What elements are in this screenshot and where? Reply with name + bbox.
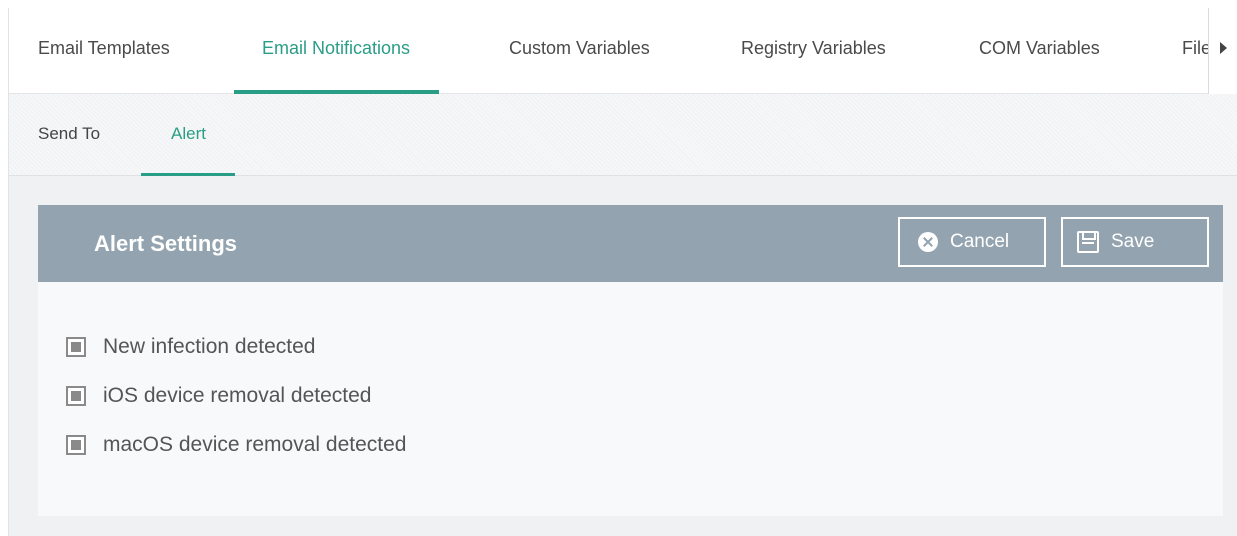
tab-label: Email Templates bbox=[38, 38, 170, 58]
tab-alert[interactable]: Alert bbox=[141, 94, 235, 176]
sub-tab-bar: Send To Alert bbox=[9, 94, 1237, 176]
tab-scroll-right-button[interactable] bbox=[1208, 8, 1237, 94]
tab-com-variables[interactable]: COM Variables bbox=[979, 8, 1100, 94]
tab-email-templates[interactable]: Email Templates bbox=[38, 8, 170, 94]
cancel-button-label: Cancel bbox=[950, 231, 1010, 252]
option-macos-device-removal[interactable]: macOS device removal detected bbox=[66, 420, 406, 469]
option-ios-device-removal[interactable]: iOS device removal detected bbox=[66, 371, 406, 420]
tab-label: Email Notifications bbox=[262, 38, 411, 58]
checkbox[interactable] bbox=[66, 336, 86, 357]
option-label: macOS device removal detected bbox=[103, 432, 407, 456]
x-circle-icon bbox=[918, 232, 938, 252]
tab-label: Custom Variables bbox=[509, 38, 650, 58]
tab-label: COM Variables bbox=[979, 38, 1100, 58]
panel-header: Alert Settings Cancel Save bbox=[38, 205, 1223, 282]
tab-label: File bbox=[1182, 38, 1212, 58]
tab-label: Send To bbox=[38, 124, 101, 143]
save-button-label: Save bbox=[1111, 231, 1155, 252]
top-tab-bar: Email Templates Email Notifications Cust… bbox=[9, 8, 1237, 94]
tab-file[interactable]: File bbox=[1182, 8, 1211, 94]
window: Email Templates Email Notifications Cust… bbox=[8, 8, 1237, 536]
floppy-disk-icon bbox=[1077, 231, 1099, 253]
tab-label: Alert bbox=[171, 124, 206, 143]
cancel-button[interactable]: Cancel bbox=[898, 217, 1046, 267]
option-label: New infection detected bbox=[103, 334, 316, 358]
save-button[interactable]: Save bbox=[1061, 217, 1209, 267]
tab-send-to[interactable]: Send To bbox=[38, 94, 100, 176]
option-label: iOS device removal detected bbox=[103, 383, 372, 407]
alert-settings-panel: Alert Settings Cancel Save New infection… bbox=[38, 205, 1223, 516]
active-tab-indicator bbox=[141, 173, 235, 176]
chevron-right-icon bbox=[1220, 42, 1227, 54]
tab-email-notifications[interactable]: Email Notifications bbox=[234, 8, 440, 94]
tab-registry-variables[interactable]: Registry Variables bbox=[741, 8, 886, 94]
checkbox[interactable] bbox=[66, 385, 86, 406]
tab-custom-variables[interactable]: Custom Variables bbox=[509, 8, 650, 94]
tab-label: Registry Variables bbox=[741, 38, 886, 58]
alert-options-list: New infection detected iOS device remova… bbox=[66, 322, 406, 469]
checkbox[interactable] bbox=[66, 434, 86, 455]
option-new-infection[interactable]: New infection detected bbox=[66, 322, 406, 371]
panel-title: Alert Settings bbox=[94, 231, 238, 256]
